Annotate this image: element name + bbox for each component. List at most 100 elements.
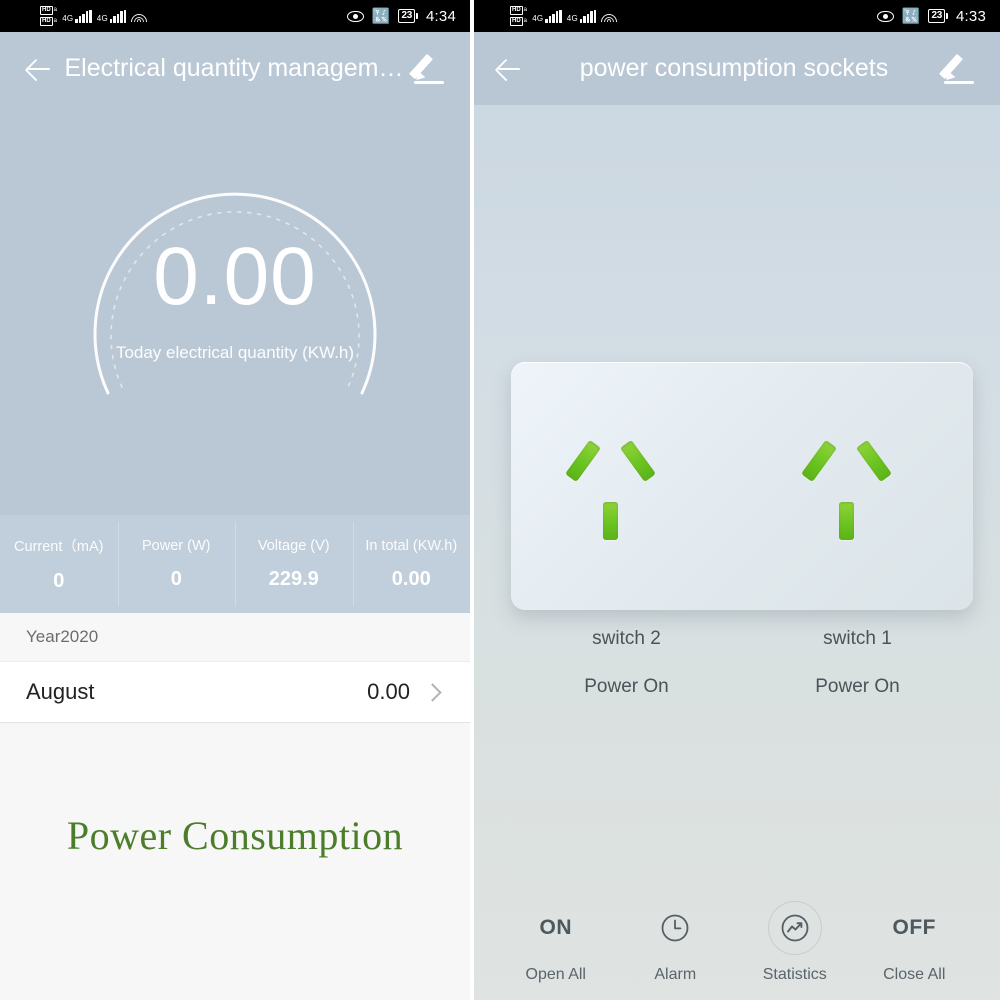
hd-sub-label: a bbox=[523, 7, 528, 13]
toolbar-label: Open All bbox=[525, 966, 586, 983]
signal-bars-icon-sim2: 4G bbox=[566, 9, 597, 23]
energy-gauge: 0.00 Today electrical quantity (KW.h) bbox=[70, 115, 400, 445]
status-bar-left-icons: HD a HD a 4G 4G bbox=[40, 6, 148, 26]
stat-value: 229.9 bbox=[268, 567, 319, 590]
toolbar-label: Close All bbox=[883, 966, 946, 983]
pencil-icon[interactable] bbox=[938, 51, 978, 87]
socket-pin-live-icon bbox=[800, 439, 838, 483]
hd-badge-label-2: HD bbox=[40, 17, 53, 26]
stat-value: 0.00 bbox=[391, 567, 431, 590]
status-bar-right-icons-2: 🔣 23 4:33 bbox=[876, 7, 986, 25]
toolbar-statistics[interactable]: Statistics bbox=[735, 901, 855, 984]
off-label: OFF bbox=[892, 916, 936, 939]
stat-label: Power (W) bbox=[142, 537, 211, 554]
dual-screenshot-canvas: HD a HD a 4G 4G 🔣 23 4:34 Electrical qua… bbox=[0, 0, 1000, 1000]
gauge-section: 0.00 Today electrical quantity (KW.h) bbox=[0, 105, 470, 515]
caption-text: Power Consumption bbox=[66, 813, 404, 858]
gauge-label: Today electrical quantity (KW.h) bbox=[115, 343, 355, 362]
hd-voice-icon: HD a HD a bbox=[40, 6, 57, 26]
back-arrow-icon[interactable] bbox=[22, 52, 56, 86]
hd-sub-label-2: a bbox=[53, 18, 58, 24]
back-arrow-icon[interactable] bbox=[492, 52, 526, 86]
switch-state: Power On bbox=[584, 676, 669, 697]
stat-value: 0 bbox=[170, 567, 182, 590]
chevron-right-icon bbox=[424, 682, 444, 702]
app-header-right: power consumption sockets bbox=[470, 32, 1000, 105]
gauge-value: 0.00 bbox=[153, 231, 317, 322]
stat-in-total: In total (KW.h) 0.00 bbox=[352, 515, 471, 613]
outlet-right[interactable] bbox=[800, 439, 919, 550]
socket-pin-earth-icon bbox=[603, 502, 618, 540]
stat-label: Current（mA) bbox=[14, 539, 104, 555]
status-bar-clock: 4:33 bbox=[956, 7, 986, 25]
wifi-icon bbox=[131, 10, 148, 23]
switch-name: switch 1 bbox=[823, 628, 892, 649]
toolbar-alarm[interactable]: Alarm bbox=[616, 901, 736, 984]
eye-icon bbox=[346, 10, 364, 22]
clock-icon bbox=[658, 911, 692, 945]
panel-divider bbox=[470, 0, 474, 1000]
status-bar-right: HD a HD a 4G 4G 🔣 23 4:33 bbox=[470, 0, 1000, 32]
hd-badge-label-2: HD bbox=[510, 17, 523, 26]
stat-value: 0 bbox=[53, 570, 65, 592]
eye-icon bbox=[876, 10, 894, 22]
stats-row: Current（mA) 0 Power (W) 0 Voltage (V) 22… bbox=[0, 515, 470, 613]
switch-name: switch 2 bbox=[592, 628, 661, 649]
socket-pin-earth-icon bbox=[839, 502, 854, 540]
trend-chart-icon bbox=[778, 911, 812, 945]
bottom-toolbar: ON Open All Alarm Statistics OFF Close A… bbox=[470, 901, 1000, 984]
list-section-title: Year2020 bbox=[0, 613, 470, 661]
network-type-label-1: 4G bbox=[532, 13, 544, 23]
gauge-readout: 0.00 Today electrical quantity (KW.h) bbox=[70, 233, 400, 363]
network-type-label-1: 4G bbox=[62, 13, 74, 23]
page-title: Electrical quantity managem… bbox=[64, 54, 404, 82]
page-title: power consumption sockets bbox=[579, 54, 889, 82]
network-type-label-2: 4G bbox=[96, 13, 108, 23]
socket-panel-card[interactable] bbox=[511, 362, 973, 610]
hd-sub-label-2: a bbox=[523, 18, 528, 24]
list-item-value: 0.00 bbox=[367, 679, 410, 704]
battery-icon: 23 bbox=[928, 9, 948, 23]
stat-voltage: Voltage (V) 229.9 bbox=[235, 515, 353, 613]
signal-bars-icon-sim1: 4G bbox=[532, 9, 562, 23]
on-text-icon: ON bbox=[529, 901, 583, 955]
switch-1-block: switch 1 Power On bbox=[742, 628, 973, 698]
list-item-month[interactable]: August 0.00 bbox=[0, 661, 470, 723]
toolbar-label: Alarm bbox=[654, 966, 697, 983]
switch-2-block: switch 2 Power On bbox=[511, 628, 742, 698]
signal-bars-icon-sim2: 4G bbox=[96, 9, 127, 23]
network-type-label-2: 4G bbox=[566, 13, 578, 23]
stat-label: In total (KW.h) bbox=[365, 537, 458, 554]
hd-badge-label: HD bbox=[510, 6, 523, 15]
list-item-label: August bbox=[26, 679, 95, 704]
stat-current: Current（mA) 0 bbox=[0, 515, 118, 613]
clock-icon-wrap bbox=[648, 901, 702, 955]
outlet-left[interactable] bbox=[564, 439, 683, 550]
status-bar-left-icons-2: HD a HD a 4G 4G bbox=[510, 6, 618, 26]
hd-voice-icon: HD a HD a bbox=[510, 6, 527, 26]
statistics-circle bbox=[767, 901, 822, 955]
signal-bars-icon-sim1: 4G bbox=[62, 9, 92, 23]
socket-pin-neutral-icon bbox=[855, 439, 893, 483]
stat-power: Power (W) 0 bbox=[117, 515, 236, 613]
off-text-icon: OFF bbox=[887, 901, 941, 955]
battery-icon: 23 bbox=[398, 9, 418, 23]
toolbar-close-all[interactable]: OFF Close All bbox=[855, 901, 975, 984]
status-bar-clock: 4:34 bbox=[426, 7, 456, 25]
hd-sub-label: a bbox=[53, 7, 58, 13]
socket-pin-neutral-icon bbox=[619, 439, 657, 483]
hd-badge-label: HD bbox=[40, 6, 53, 15]
on-label: ON bbox=[539, 916, 572, 939]
wifi-icon bbox=[601, 10, 618, 23]
right-phone-panel: HD a HD a 4G 4G 🔣 23 4:33 power consumpt… bbox=[470, 0, 1000, 1000]
app-header-left: Electrical quantity managem… bbox=[0, 32, 470, 105]
bluetooth-icon: 🔣 bbox=[901, 7, 921, 25]
pencil-icon[interactable] bbox=[408, 51, 448, 87]
battery-level-label: 23 bbox=[398, 9, 415, 23]
bluetooth-icon: 🔣 bbox=[371, 7, 391, 25]
stat-label: Voltage (V) bbox=[257, 537, 330, 554]
battery-level-label: 23 bbox=[928, 9, 945, 23]
switch-labels-row: switch 2 Power On switch 1 Power On bbox=[511, 628, 973, 698]
toolbar-open-all[interactable]: ON Open All bbox=[496, 901, 616, 984]
status-bar-right-icons: 🔣 23 4:34 bbox=[346, 7, 456, 25]
